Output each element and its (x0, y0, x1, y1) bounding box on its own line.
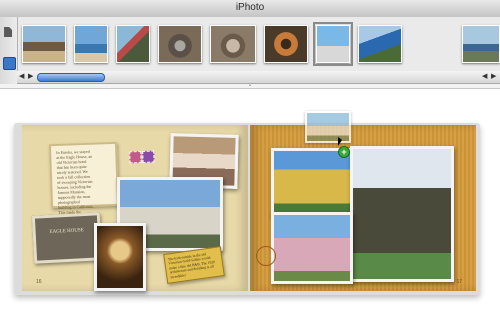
photo-browser-scrollbar[interactable]: ◀ ▶ ◀ ▶ (17, 71, 500, 84)
thumb-driftwood-beach[interactable] (22, 25, 66, 63)
plaque-photo[interactable]: EAGLE HOUSE (31, 212, 103, 264)
thumb-person-cliff[interactable] (116, 25, 150, 63)
add-plus-icon: + (338, 146, 350, 158)
thumb-stacked-stones[interactable] (210, 25, 256, 63)
scroll-thumb[interactable] (37, 73, 105, 82)
source-sidebar (0, 17, 18, 84)
dragged-photo-thumbnail[interactable] (305, 111, 351, 143)
photo-pink-house[interactable] (271, 212, 353, 284)
note-text: In Eureka, we stayed at the Eagle House,… (56, 148, 94, 220)
scroll-left-icon[interactable]: ◀ (19, 72, 24, 80)
plaque-text: EAGLE HOUSE (49, 228, 84, 235)
thumb-person-shore[interactable] (74, 25, 108, 63)
stamp-icon (129, 150, 142, 164)
title-bar: iPhoto (0, 0, 500, 18)
photo-yellow-mansion[interactable] (271, 148, 357, 216)
thumb-rocks[interactable] (158, 25, 202, 63)
photo-browser-icon[interactable] (3, 57, 16, 70)
window-title: iPhoto (235, 2, 265, 13)
text-note-card[interactable]: In Eureka, we stayed at the Eagle House,… (48, 141, 155, 220)
wax-seal-icon (256, 246, 276, 266)
right-page-number: 17 (456, 279, 462, 285)
scroll-left-end-icon[interactable]: ◀ (482, 72, 487, 80)
stamp-icon-2 (142, 150, 155, 163)
photo-carson-mansion[interactable] (350, 146, 454, 282)
thumb-coastline[interactable] (358, 25, 402, 63)
thumb-sea-view[interactable] (462, 25, 500, 63)
thumb-shell-wreath[interactable] (264, 25, 308, 63)
thumb-jumping-person[interactable] (313, 22, 353, 66)
resize-grip-icon[interactable]: • (247, 84, 253, 89)
scroll-right-icon[interactable]: ▶ (28, 72, 33, 80)
pointer-cursor-icon (338, 137, 342, 146)
photo-interior-hall[interactable] (94, 223, 146, 291)
scroll-right-end-icon[interactable]: ▶ (491, 72, 496, 80)
yellow-note-text: The bath outside in the old Victorian Go… (167, 252, 216, 280)
document-icon[interactable] (4, 27, 12, 37)
left-page-number: 16 (36, 279, 42, 285)
